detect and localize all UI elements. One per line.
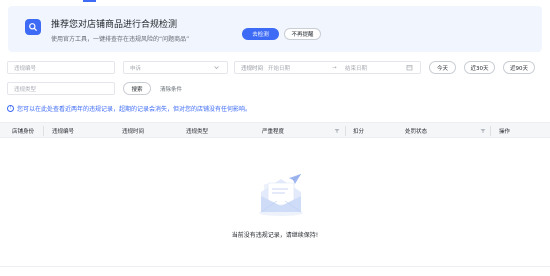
col-violation-type: 违规类型 <box>186 129 209 135</box>
retention-notice: ! 您可以在此处查看近两年的违规记录，超期的记录会消失，但对您的店铺没有任何影响… <box>7 104 251 113</box>
status-select[interactable]: 申诉 <box>123 61 228 74</box>
search-button[interactable]: 搜索 <box>123 82 151 95</box>
calendar-icon <box>406 64 413 71</box>
table-header: 店铺身份 违规编号 违规时间 违规类型 严重程度 扣分 处罚状态 操作 <box>0 122 550 138</box>
clear-filters-link[interactable]: 清除条件 <box>160 82 182 95</box>
column-divider <box>345 126 346 136</box>
violation-type-placeholder: 违规类型 <box>14 86 37 93</box>
dismiss-reminder-button[interactable]: 不再提醒 <box>284 28 321 40</box>
active-tab-indicator <box>83 0 96 2</box>
start-date-placeholder: 开始日期 <box>268 65 291 72</box>
quick-90-days-button[interactable]: 近90天 <box>503 61 535 74</box>
end-date-placeholder: 结束日期 <box>345 65 368 72</box>
violation-type-select[interactable]: 违规类型 <box>7 82 115 95</box>
banner-title: 推荐您对店铺商品进行合规检测 <box>51 20 178 30</box>
violation-date-range[interactable]: 违规时间 开始日期 → 结束日期 <box>234 61 421 74</box>
col-actions: 操作 <box>499 129 511 135</box>
col-violation-number: 违规编号 <box>52 129 75 135</box>
compliance-banner: 推荐您对店铺商品进行合规检测 使用官方工具，一键排查存在违规风险的“问题商品” … <box>8 6 542 52</box>
range-arrow: → <box>332 64 337 71</box>
column-divider <box>43 126 44 136</box>
col-shop-identity: 店铺身份 <box>12 129 35 135</box>
quick-30-days-button[interactable]: 近30天 <box>464 61 495 74</box>
info-icon: ! <box>7 105 14 112</box>
chevron-down-icon <box>213 64 220 71</box>
violation-number-input[interactable]: 违规编号 <box>7 61 115 74</box>
col-severity: 严重程度 <box>262 129 285 135</box>
col-deduction: 扣分 <box>353 129 365 135</box>
date-range-label: 违规时间 <box>241 65 264 72</box>
page-root: 推荐您对店铺商品进行合规检测 使用官方工具，一键排查存在违规风险的“问题商品” … <box>0 0 550 276</box>
col-violation-time: 违规时间 <box>122 129 145 135</box>
bottom-divider <box>0 266 550 267</box>
shield-search-icon <box>25 19 41 35</box>
status-select-placeholder: 申诉 <box>130 65 142 72</box>
column-divider <box>490 126 491 136</box>
quick-today-button[interactable]: 今天 <box>429 61 456 74</box>
col-penalty-status: 处罚状态 <box>405 129 428 135</box>
banner-subtitle: 使用官方工具，一键排查存在违规风险的“问题商品” <box>51 36 190 43</box>
go-check-button[interactable]: 去检测 <box>242 28 279 40</box>
notice-text: 您可以在此处查看近两年的违规记录，超期的记录会消失，但对您的店铺没有任何影响。 <box>17 106 252 113</box>
empty-state-text: 当前没有违规记录，请继续保持! <box>231 232 319 239</box>
empty-mailbox-illustration <box>259 173 303 216</box>
penalty-status-filter-icon[interactable] <box>480 123 486 139</box>
severity-filter-icon[interactable] <box>334 123 340 139</box>
violation-number-placeholder: 违规编号 <box>14 65 37 72</box>
